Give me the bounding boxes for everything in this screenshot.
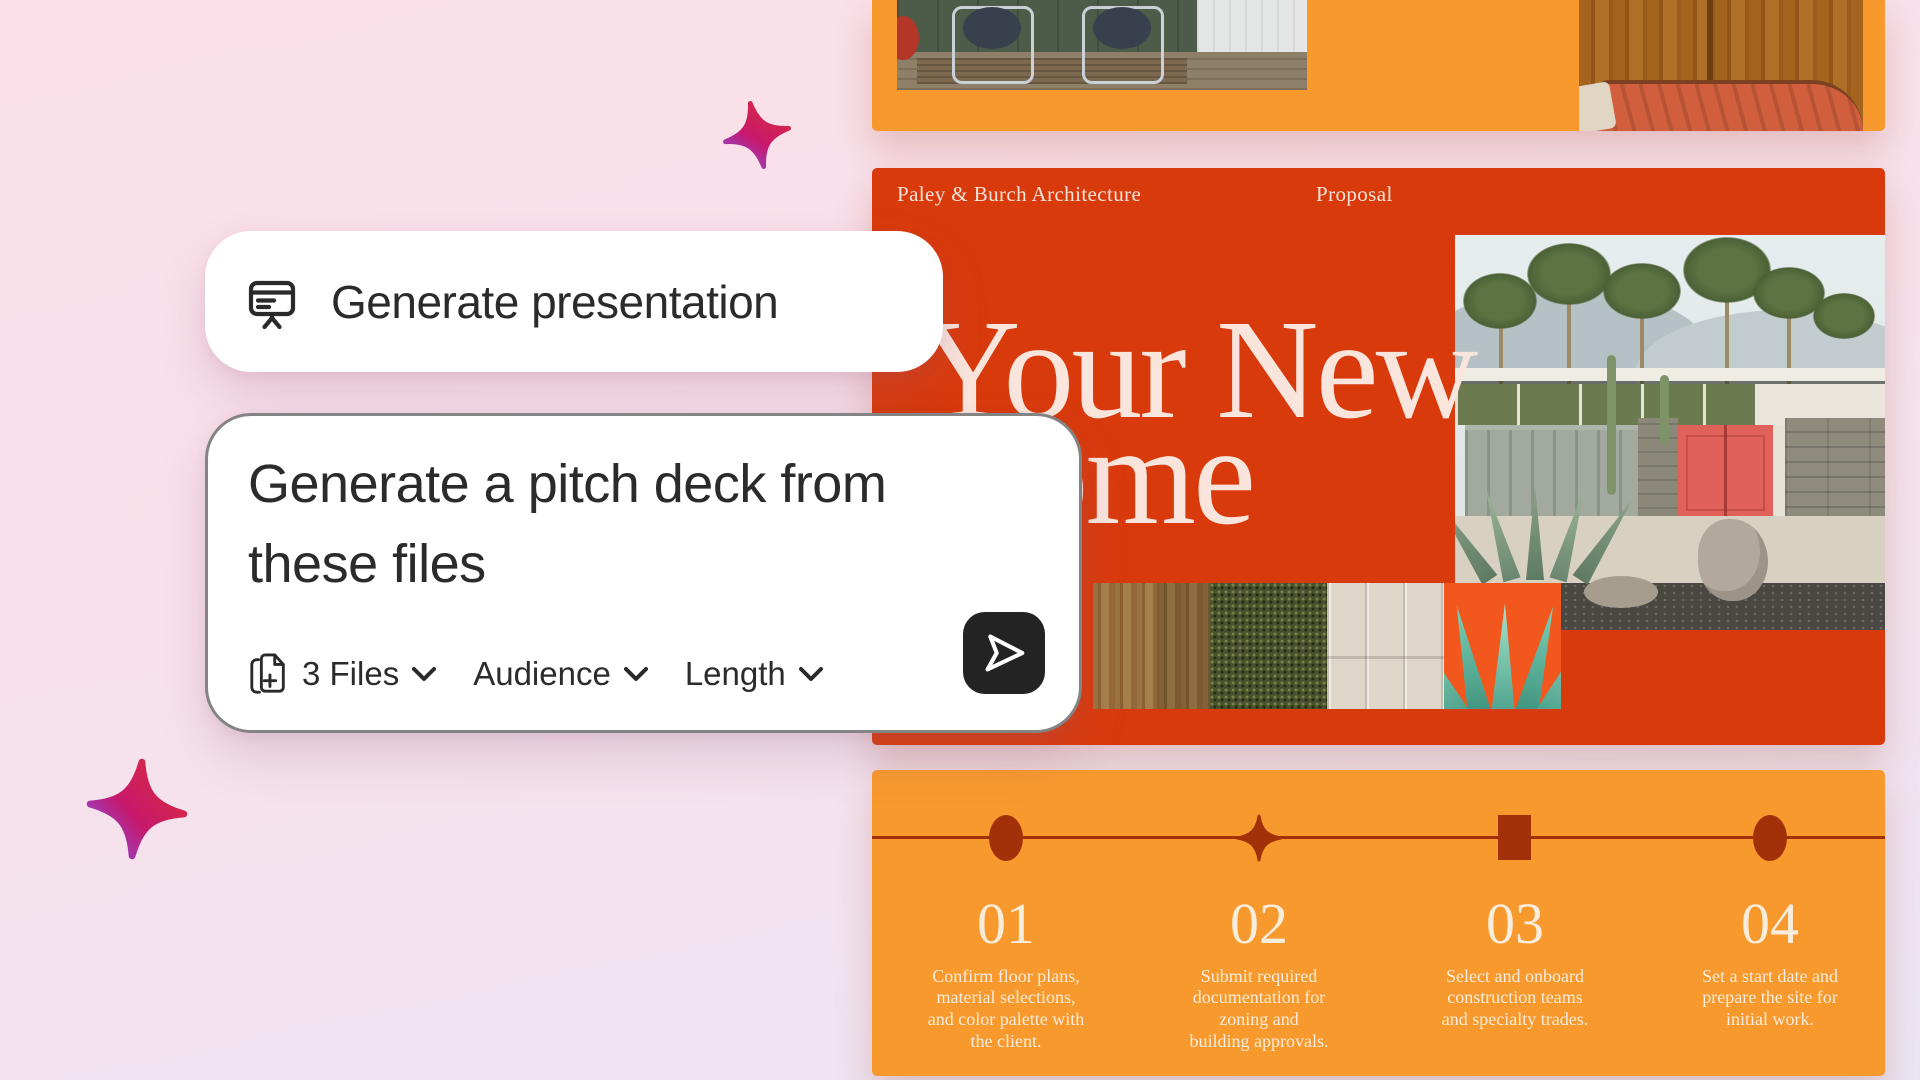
timeline-step: 04 Set a start date and prepare the site… [1610,892,1920,1031]
firefly-sparkle-icon [81,753,193,865]
vintage-sofa-photo [1579,0,1863,131]
prompt-card: Generate a pitch deck from these files 3… [205,413,1082,733]
material-swatches [1093,583,1561,709]
interior-chairs-photo [897,0,1307,90]
send-button[interactable] [963,612,1045,694]
timeline-marker-square [1498,815,1531,860]
step-number: 04 [1610,892,1920,956]
agave-swatch [1444,583,1561,709]
add-files-icon [248,651,290,697]
timeline-line [872,836,1885,839]
wood-swatch [1093,583,1210,709]
presentation-icon [243,273,301,331]
timeline-marker-ellipse [989,815,1023,861]
panel-swatch [1327,583,1444,709]
timeline-slide: 01 Confirm floor plans, material selecti… [872,770,1885,1076]
timeline-marker-star [1235,814,1283,862]
audience-dropdown[interactable]: Audience [473,655,649,693]
send-icon [981,632,1027,674]
firefly-sparkle-icon [715,93,798,176]
audience-dropdown-label: Audience [473,655,611,693]
slide-doc-label: Proposal [1316,182,1393,207]
chip-label: Generate presentation [331,275,778,329]
prompt-controls: 3 Files Audience Length [248,642,824,706]
length-dropdown-label: Length [685,655,786,693]
files-dropdown-label: 3 Files [302,655,399,693]
slide-thumbnail-top [872,0,1885,131]
files-dropdown[interactable]: 3 Files [248,651,437,697]
slide-company-name: Paley & Burch Architecture [897,182,1141,207]
chevron-down-icon [798,666,824,682]
house-photo [1455,235,1885,630]
generate-presentation-promo: Paley & Burch Architecture Proposal [0,0,1920,1080]
step-description: Set a start date and prepare the site fo… [1610,966,1920,1031]
length-dropdown[interactable]: Length [685,655,824,693]
chevron-down-icon [411,666,437,682]
chevron-down-icon [623,666,649,682]
mesh-swatch [1210,583,1327,709]
prompt-input[interactable]: Generate a pitch deck from these files [248,444,886,604]
generate-presentation-chip[interactable]: Generate presentation [205,231,943,372]
timeline-marker-ellipse [1753,815,1787,861]
